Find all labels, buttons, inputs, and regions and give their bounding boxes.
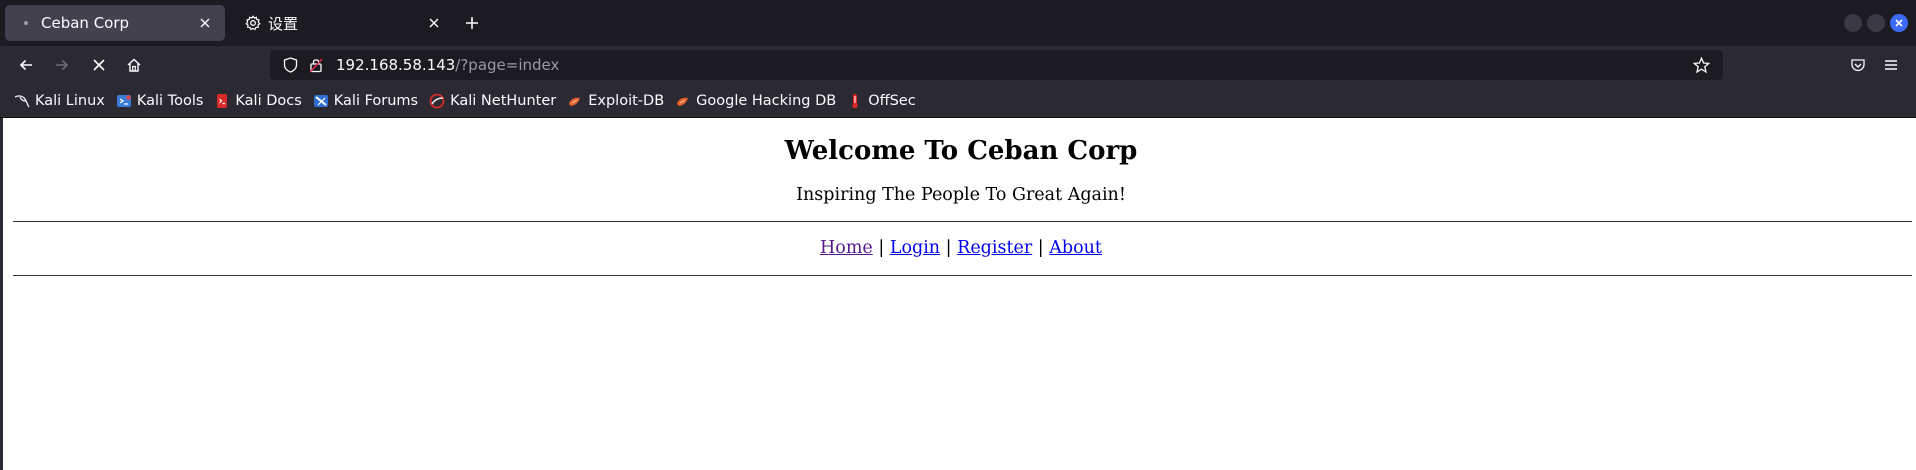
address-bar[interactable]: 192.168.58.143/?page=index bbox=[270, 50, 1723, 80]
close-icon bbox=[1895, 19, 1903, 27]
bookmark-label: OffSec bbox=[868, 92, 916, 109]
close-tab-icon[interactable] bbox=[424, 13, 444, 33]
bookmark-label: Exploit-DB bbox=[588, 92, 665, 109]
bookmark-kali-linux[interactable]: Kali Linux bbox=[14, 93, 105, 109]
bookmark-kali-forums[interactable]: Kali Forums bbox=[313, 93, 418, 109]
minimize-button[interactable] bbox=[1844, 14, 1862, 32]
bookmark-kali-tools[interactable]: Kali Tools bbox=[116, 92, 204, 109]
kali-dragon-icon bbox=[14, 93, 30, 109]
forward-button[interactable] bbox=[48, 52, 76, 78]
tab-strip: Ceban Corp 设置 bbox=[0, 0, 1916, 46]
bookmark-offsec[interactable]: OffSec bbox=[847, 93, 916, 109]
nav-separator: | bbox=[945, 238, 952, 258]
back-arrow-icon bbox=[19, 59, 32, 71]
url-text: 192.168.58.143/?page=index bbox=[336, 56, 559, 74]
menu-button[interactable] bbox=[1877, 52, 1905, 78]
kali-tools-icon bbox=[116, 93, 132, 109]
bookmark-label: Google Hacking DB bbox=[696, 92, 837, 109]
gear-icon bbox=[244, 14, 262, 32]
insecure-lock-icon[interactable] bbox=[306, 55, 326, 75]
nav-link-register[interactable]: Register bbox=[957, 238, 1032, 258]
maximize-button[interactable] bbox=[1867, 14, 1885, 32]
site-nav: Home | Login | Register | About bbox=[3, 238, 1916, 258]
bookmark-label: Kali NetHunter bbox=[450, 92, 557, 109]
url-path: /?page=index bbox=[455, 56, 560, 74]
forward-arrow-icon bbox=[56, 59, 69, 71]
exploitdb-icon bbox=[567, 93, 583, 109]
nethunter-icon bbox=[429, 93, 445, 109]
nav-separator: | bbox=[1037, 238, 1044, 258]
url-host: 192.168.58.143 bbox=[336, 56, 456, 74]
close-tab-icon[interactable] bbox=[195, 13, 215, 33]
back-button[interactable] bbox=[12, 52, 40, 78]
kali-forums-icon bbox=[313, 93, 329, 109]
close-window-button[interactable] bbox=[1890, 14, 1908, 32]
home-icon bbox=[127, 58, 141, 72]
bookmark-label: Kali Tools bbox=[136, 92, 204, 109]
kali-docs-icon bbox=[214, 93, 230, 109]
nav-link-home[interactable]: Home bbox=[820, 238, 873, 258]
bookmark-exploit-db[interactable]: Exploit-DB bbox=[567, 93, 664, 109]
tab-title: 设置 bbox=[268, 14, 299, 33]
bookmark-star-icon[interactable] bbox=[1691, 55, 1711, 75]
page-content: Welcome To Ceban Corp Inspiring The Peop… bbox=[0, 118, 1916, 470]
plus-icon bbox=[466, 17, 478, 29]
tab-dot-icon bbox=[17, 14, 35, 32]
bookmark-label: Kali Docs bbox=[235, 92, 302, 109]
tab-ceban-corp[interactable]: Ceban Corp bbox=[5, 5, 225, 41]
bookmark-label: Kali Linux bbox=[35, 92, 105, 109]
nav-link-login[interactable]: Login bbox=[890, 238, 940, 258]
divider-bottom bbox=[13, 275, 1912, 276]
stop-icon bbox=[93, 59, 105, 71]
bookmark-google-hacking-db[interactable]: Google Hacking DB bbox=[675, 93, 836, 109]
hamburger-menu-icon bbox=[1885, 60, 1897, 70]
home-button[interactable] bbox=[120, 52, 148, 78]
stop-button[interactable] bbox=[85, 52, 113, 78]
offsec-icon bbox=[847, 93, 863, 109]
new-tab-button[interactable] bbox=[461, 12, 483, 34]
nav-link-about[interactable]: About bbox=[1049, 238, 1102, 258]
pocket-button[interactable] bbox=[1844, 52, 1872, 78]
tracking-protection-shield-icon[interactable] bbox=[280, 55, 300, 75]
pocket-icon bbox=[1851, 59, 1865, 72]
bookmark-kali-docs[interactable]: Kali Docs bbox=[214, 92, 302, 109]
tab-title: Ceban Corp bbox=[41, 14, 130, 32]
page-tagline: Inspiring The People To Great Again! bbox=[796, 185, 1126, 205]
tab-settings[interactable]: 设置 bbox=[232, 5, 454, 41]
bookmark-label: Kali Forums bbox=[333, 92, 419, 109]
nav-separator: | bbox=[878, 238, 885, 258]
bookmarks-toolbar: Kali Linux Kali Tools Kali Docs Kali For… bbox=[0, 84, 1916, 118]
ghdb-icon bbox=[675, 93, 691, 109]
navigation-toolbar: 192.168.58.143/?page=index bbox=[0, 46, 1916, 84]
divider-top bbox=[13, 221, 1912, 222]
page-heading: Welcome To Ceban Corp bbox=[784, 136, 1138, 166]
bookmark-kali-nethunter[interactable]: Kali NetHunter bbox=[429, 93, 556, 109]
